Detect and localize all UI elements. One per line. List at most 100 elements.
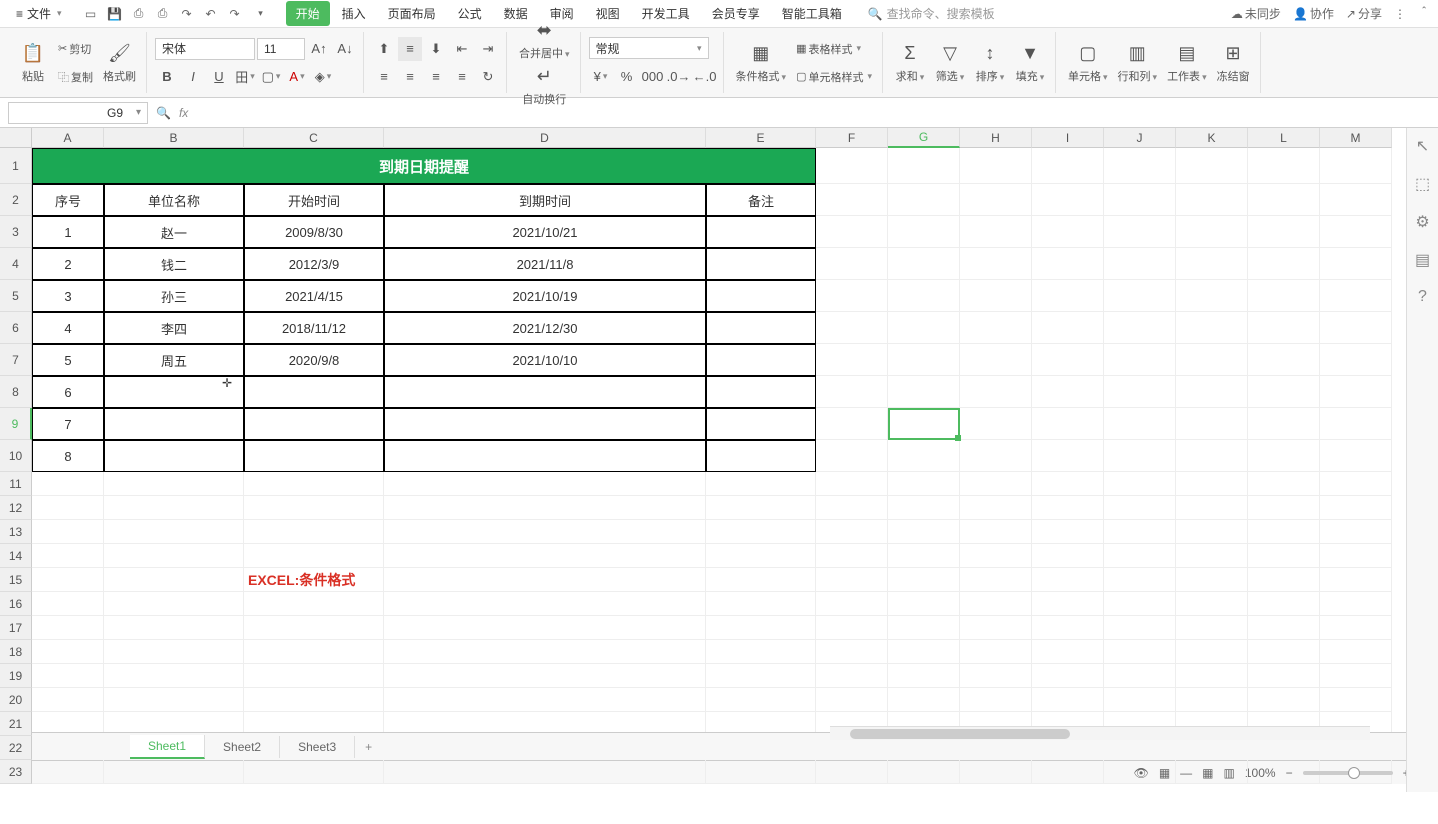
currency-icon[interactable]: ¥▾ <box>589 64 613 88</box>
cell[interactable] <box>32 640 104 664</box>
dec-decimal-icon[interactable]: ←.0 <box>693 64 717 88</box>
cell[interactable] <box>960 148 1032 184</box>
indent-inc-icon[interactable]: ⇥ <box>476 37 500 61</box>
cell[interactable] <box>1176 688 1248 712</box>
cell[interactable] <box>32 664 104 688</box>
cell[interactable] <box>1176 520 1248 544</box>
table-header[interactable]: 开始时间 <box>244 184 384 216</box>
cell[interactable] <box>1176 472 1248 496</box>
cell[interactable] <box>1320 184 1392 216</box>
cell[interactable] <box>1248 616 1320 640</box>
table-cell[interactable] <box>706 376 816 408</box>
cells-area[interactable]: 到期日期提醒序号单位名称开始时间到期时间备注1赵一2009/8/302021/1… <box>32 148 1392 784</box>
cell[interactable] <box>1320 544 1392 568</box>
row-header-5[interactable]: 5 <box>0 280 32 312</box>
cell[interactable] <box>960 408 1032 440</box>
table-cell[interactable]: 钱二 <box>104 248 244 280</box>
sum-button[interactable]: Σ求和▾ <box>891 40 929 86</box>
tab-home[interactable]: 开始 <box>286 1 330 26</box>
row-header-17[interactable]: 17 <box>0 616 32 640</box>
cell[interactable] <box>888 568 960 592</box>
sheet-tab-3[interactable]: Sheet3 <box>280 736 355 758</box>
cell[interactable] <box>888 344 960 376</box>
cell[interactable] <box>1248 640 1320 664</box>
cell[interactable] <box>1248 688 1320 712</box>
cell[interactable] <box>1320 216 1392 248</box>
row-header-3[interactable]: 3 <box>0 216 32 248</box>
cell[interactable] <box>1176 440 1248 472</box>
tab-member[interactable]: 会员专享 <box>702 1 770 26</box>
cell[interactable] <box>1104 760 1176 784</box>
cell[interactable] <box>244 592 384 616</box>
align-right-icon[interactable]: ≡ <box>424 65 448 89</box>
cell[interactable] <box>384 472 706 496</box>
cell[interactable] <box>816 688 888 712</box>
cell[interactable] <box>888 216 960 248</box>
table-cell[interactable]: 5 <box>32 344 104 376</box>
cursor-icon[interactable]: ↖ <box>1416 136 1429 156</box>
col-header-D[interactable]: D <box>384 128 706 148</box>
cell[interactable] <box>32 496 104 520</box>
cell[interactable] <box>960 184 1032 216</box>
cell[interactable] <box>104 472 244 496</box>
cell[interactable] <box>1320 440 1392 472</box>
cell[interactable] <box>104 592 244 616</box>
cell[interactable] <box>1248 376 1320 408</box>
cell[interactable] <box>816 472 888 496</box>
cell[interactable] <box>816 496 888 520</box>
cell[interactable] <box>888 440 960 472</box>
cell[interactable] <box>1176 496 1248 520</box>
table-cell[interactable]: 4 <box>32 312 104 344</box>
cell[interactable] <box>960 496 1032 520</box>
bold-button[interactable]: B <box>155 65 179 89</box>
cell[interactable] <box>1104 616 1176 640</box>
decrease-font-icon[interactable]: A↓ <box>333 37 357 61</box>
row-header-8[interactable]: 8 <box>0 376 32 408</box>
cell[interactable] <box>244 760 384 784</box>
freeze-button[interactable]: ⊞冻结窗 <box>1213 40 1254 86</box>
cell[interactable] <box>1032 184 1104 216</box>
cell[interactable] <box>1032 148 1104 184</box>
cell[interactable] <box>1320 408 1392 440</box>
col-header-L[interactable]: L <box>1248 128 1320 148</box>
number-format-select[interactable]: 常规▾ <box>589 37 709 59</box>
cell[interactable] <box>1320 568 1392 592</box>
cell[interactable] <box>1104 280 1176 312</box>
cell[interactable] <box>1176 148 1248 184</box>
cell[interactable] <box>1032 688 1104 712</box>
cell[interactable] <box>1320 248 1392 280</box>
percent-icon[interactable]: % <box>615 64 639 88</box>
cell[interactable] <box>816 592 888 616</box>
cell[interactable] <box>1032 312 1104 344</box>
cell[interactable] <box>816 520 888 544</box>
row-header-15[interactable]: 15 <box>0 568 32 592</box>
row-header-9[interactable]: 9 <box>0 408 32 440</box>
cell[interactable] <box>1104 496 1176 520</box>
cell[interactable] <box>888 520 960 544</box>
cell[interactable] <box>1032 760 1104 784</box>
cell[interactable] <box>960 520 1032 544</box>
copy-button[interactable]: ⿻复制 <box>54 67 97 87</box>
table-cell[interactable]: 赵一 <box>104 216 244 248</box>
cell[interactable] <box>1104 248 1176 280</box>
rowcol-button[interactable]: ▥行和列▾ <box>1114 40 1162 86</box>
cell[interactable] <box>104 520 244 544</box>
table-header[interactable]: 单位名称 <box>104 184 244 216</box>
cell[interactable] <box>1104 592 1176 616</box>
zoom-thumb[interactable] <box>1348 767 1360 779</box>
align-top-icon[interactable]: ⬆ <box>372 37 396 61</box>
table-cell[interactable] <box>384 376 706 408</box>
cell[interactable] <box>384 760 706 784</box>
cell[interactable] <box>1248 440 1320 472</box>
cell[interactable] <box>384 568 706 592</box>
cell[interactable] <box>1248 520 1320 544</box>
cell[interactable] <box>888 496 960 520</box>
cell[interactable] <box>1032 344 1104 376</box>
table-cell[interactable]: 2021/12/30 <box>384 312 706 344</box>
cell[interactable] <box>1104 184 1176 216</box>
row-header-13[interactable]: 13 <box>0 520 32 544</box>
share-button[interactable]: ↗分享 <box>1346 5 1382 22</box>
tab-view[interactable]: 视图 <box>586 1 630 26</box>
cell[interactable] <box>960 344 1032 376</box>
cell[interactable] <box>1248 148 1320 184</box>
